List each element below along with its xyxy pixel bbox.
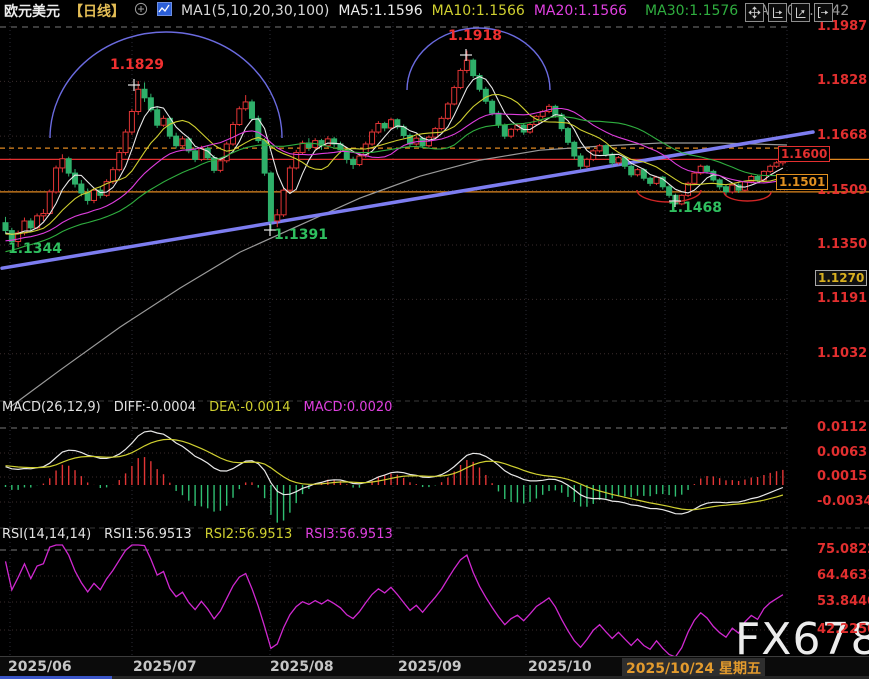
rsi-title-label: RSI(14,14,14) bbox=[2, 527, 91, 542]
symbol-name: 欧元美元 bbox=[4, 1, 60, 21]
chart-annotation: 1.1918 bbox=[448, 28, 502, 44]
rsi-panel-header: RSI(14,14,14) RSI1:56.9513 RSI2:56.9513 … bbox=[2, 527, 393, 542]
month-label: 2025/06 bbox=[8, 659, 72, 675]
price-tag-1600: 1.1600 bbox=[778, 146, 830, 162]
macd-axis-label: -0.0034 bbox=[817, 494, 869, 509]
chart-annotation: 1.1468 bbox=[668, 200, 722, 216]
y-axis-label: 1.1828 bbox=[817, 73, 867, 88]
circle-plus-icon[interactable] bbox=[134, 2, 148, 20]
pan-to-latest-button[interactable] bbox=[814, 3, 833, 22]
month-label: 2025/07 bbox=[133, 659, 197, 675]
price-tag-1501: 1.1501 bbox=[776, 174, 828, 190]
ma5-value: MA5:1.1596 bbox=[338, 3, 422, 19]
rsi2-value: RSI2:56.9513 bbox=[205, 527, 293, 542]
macd-axis-label: 0.0112 bbox=[817, 420, 867, 435]
time-axis-icon bbox=[771, 6, 784, 19]
month-label: 2025/09 bbox=[398, 659, 462, 675]
chart-annotation: 1.1391 bbox=[274, 227, 328, 243]
y-axis-label: 1.1032 bbox=[817, 346, 867, 361]
rsi-axis-label: 53.8440 bbox=[817, 594, 869, 609]
month-label: 2025/08 bbox=[270, 659, 334, 675]
rsi1-value: RSI1:56.9513 bbox=[104, 527, 192, 542]
macd-hist-value: MACD:0.0020 bbox=[304, 400, 393, 415]
chart-annotation: 1.1344 bbox=[8, 241, 62, 257]
chart-canvas[interactable] bbox=[0, 0, 869, 679]
price-axis-icon bbox=[794, 6, 807, 19]
month-label: 2025/10 bbox=[528, 659, 592, 675]
move-icon bbox=[748, 6, 761, 19]
rsi-axis-label: 75.0822 bbox=[817, 542, 869, 557]
fit-price-axis-button[interactable] bbox=[791, 3, 810, 22]
rsi-axis-label: 64.4631 bbox=[817, 568, 869, 583]
pan-right-icon bbox=[817, 6, 830, 19]
trading-chart-window: 欧元美元 【日线】 MA1(5,10,20,30,100) MA5:1.1596… bbox=[0, 0, 869, 679]
ma20-value: MA20:1.1566 bbox=[534, 3, 627, 19]
ma30-value: MA30:1.1576 bbox=[645, 3, 738, 19]
price-tag-1270: 1.1270 bbox=[815, 270, 867, 286]
macd-axis-label: 0.0063 bbox=[817, 445, 867, 460]
y-axis-label: 1.1191 bbox=[817, 291, 867, 306]
chart-header: 欧元美元 【日线】 MA1(5,10,20,30,100) MA5:1.1596… bbox=[0, 0, 869, 22]
macd-title-label: MACD(26,12,9) bbox=[2, 400, 101, 415]
line-chart-icon[interactable] bbox=[157, 2, 172, 20]
highlighted-date-label: 2025/10/24 星期五 bbox=[622, 658, 765, 678]
macd-dea-value: DEA:-0.0014 bbox=[209, 400, 290, 415]
chart-toolbar bbox=[745, 3, 833, 22]
macd-diff-value: DIFF:-0.0004 bbox=[114, 400, 196, 415]
rsi3-value: RSI3:56.9513 bbox=[305, 527, 393, 542]
ma-settings-label: MA1(5,10,20,30,100) bbox=[181, 3, 329, 19]
rsi-axis-label: 42.2250 bbox=[817, 622, 869, 637]
y-axis-label: 1.1350 bbox=[817, 237, 867, 252]
ma10-value: MA10:1.1566 bbox=[432, 3, 525, 19]
fit-time-axis-button[interactable] bbox=[768, 3, 787, 22]
macd-panel-header: MACD(26,12,9) DIFF:-0.0004 DEA:-0.0014 M… bbox=[2, 400, 392, 415]
move-tool-button[interactable] bbox=[745, 3, 764, 22]
macd-axis-label: 0.0015 bbox=[817, 469, 867, 484]
chart-annotation: 1.1829 bbox=[110, 57, 164, 73]
period-label: 【日线】 bbox=[69, 1, 125, 21]
y-axis-label: 1.1668 bbox=[817, 128, 867, 143]
